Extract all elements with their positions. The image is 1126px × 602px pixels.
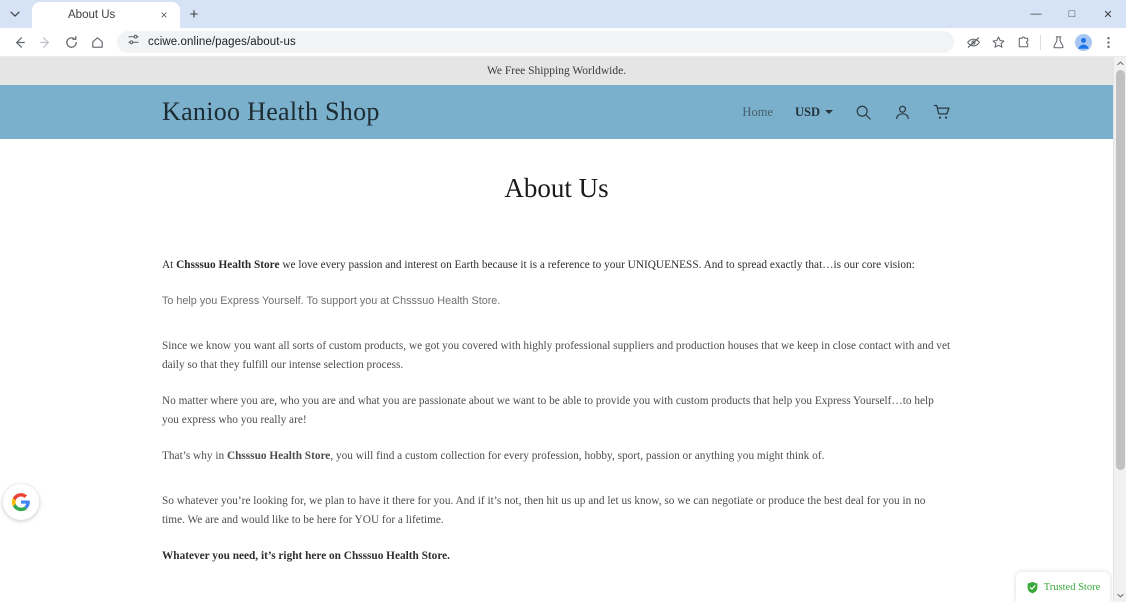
p5-pre: That’s why in (162, 450, 227, 462)
eye-slash-icon[interactable] (961, 30, 985, 54)
page-title: About Us (504, 173, 609, 203)
site-settings-icon[interactable] (127, 33, 140, 51)
p7-pre: Whatever you need, it’s right here on (162, 550, 344, 562)
google-badge[interactable] (3, 484, 39, 520)
tab-strip: About Us × + — □ ✕ (0, 0, 1126, 28)
toolbar-divider (1040, 34, 1041, 50)
back-icon[interactable] (6, 29, 32, 55)
site-logo[interactable]: Kanioo Health Shop (162, 97, 380, 127)
page-viewport: We Free Shipping Worldwide. Kanioo Healt… (0, 57, 1126, 602)
minimize-button[interactable]: — (1018, 0, 1054, 28)
currency-selector[interactable]: USD (795, 105, 833, 120)
p1-post: we love every passion and interest on Ea… (279, 259, 915, 271)
scroll-up-arrow-icon[interactable] (1114, 57, 1126, 70)
site-nav: Home USD (742, 103, 951, 121)
paragraph-3: Since we know you want all sorts of cust… (162, 340, 951, 371)
announcement-bar: We Free Shipping Worldwide. (0, 57, 1113, 85)
main-content: About Us At Chsssuo Health Store we love… (0, 173, 1113, 566)
google-logo-icon (11, 493, 30, 512)
search-icon[interactable] (855, 104, 872, 121)
puzzle-icon[interactable] (1011, 30, 1035, 54)
chevron-down-icon (825, 110, 833, 114)
about-body: At Chsssuo Health Store we love every pa… (162, 256, 951, 566)
p7-brand: Chsssuo Health Store (343, 550, 448, 562)
p5-post: , you will find a custom collection for … (330, 450, 825, 462)
p7-post: . (447, 550, 450, 562)
page-scrollbar[interactable] (1113, 57, 1126, 602)
currency-label: USD (794, 104, 820, 119)
nav-item-home[interactable]: Home (742, 105, 773, 120)
close-window-button[interactable]: ✕ (1090, 0, 1126, 28)
trusted-store-label: Trusted Store (1043, 581, 1101, 593)
window-controls: — □ ✕ (1018, 0, 1126, 28)
site-header: Kanioo Health Shop Home USD (0, 85, 1113, 139)
web-page: We Free Shipping Worldwide. Kanioo Healt… (0, 57, 1113, 602)
paragraph-2: To help you Express Yourself. To support… (162, 295, 501, 307)
paragraph-6: So whatever you’re looking for, we plan … (162, 495, 926, 526)
announcement-text: We Free Shipping Worldwide. (486, 65, 627, 77)
profile-avatar-icon[interactable] (1071, 30, 1095, 54)
reload-icon[interactable] (58, 29, 84, 55)
browser-window: About Us × + — □ ✕ cciwe.online/pages/ab… (0, 0, 1126, 602)
close-icon[interactable]: × (156, 9, 172, 21)
p1-brand: Chsssuo Health Store (176, 259, 280, 271)
p5-brand: Chsssuo Health Store (226, 450, 331, 462)
paragraph-1: At Chsssuo Health Store we love every pa… (162, 256, 951, 275)
star-icon[interactable] (986, 30, 1010, 54)
url-text: cciwe.online/pages/about-us (148, 36, 296, 48)
maximize-button[interactable]: □ (1054, 0, 1090, 28)
paragraph-5: That’s why in Chsssuo Health Store, you … (162, 447, 951, 466)
forward-icon[interactable] (32, 29, 58, 55)
shield-check-icon (1027, 581, 1038, 593)
scroll-down-arrow-icon[interactable] (1114, 589, 1126, 602)
new-tab-button[interactable]: + (180, 0, 208, 28)
home-icon[interactable] (84, 29, 110, 55)
paragraph-4: No matter where you are, who you are and… (162, 395, 934, 426)
cart-icon[interactable] (933, 103, 951, 121)
tab-search-chevron-icon[interactable] (0, 0, 30, 28)
paragraph-7: Whatever you need, it’s right here on Ch… (162, 547, 951, 566)
flask-icon[interactable] (1046, 30, 1070, 54)
address-bar[interactable]: cciwe.online/pages/about-us (117, 31, 954, 53)
user-icon[interactable] (894, 104, 911, 121)
scrollbar-thumb[interactable] (1116, 70, 1125, 470)
tab-title: About Us (68, 9, 116, 21)
three-dot-menu-icon[interactable] (1096, 30, 1120, 54)
toolbar-actions (961, 30, 1120, 54)
p1-pre: At (162, 259, 177, 271)
browser-toolbar: cciwe.online/pages/about-us (0, 28, 1126, 57)
browser-tab-about-us[interactable]: About Us × (32, 2, 180, 28)
trusted-store-badge[interactable]: Trusted Store (1016, 572, 1110, 602)
